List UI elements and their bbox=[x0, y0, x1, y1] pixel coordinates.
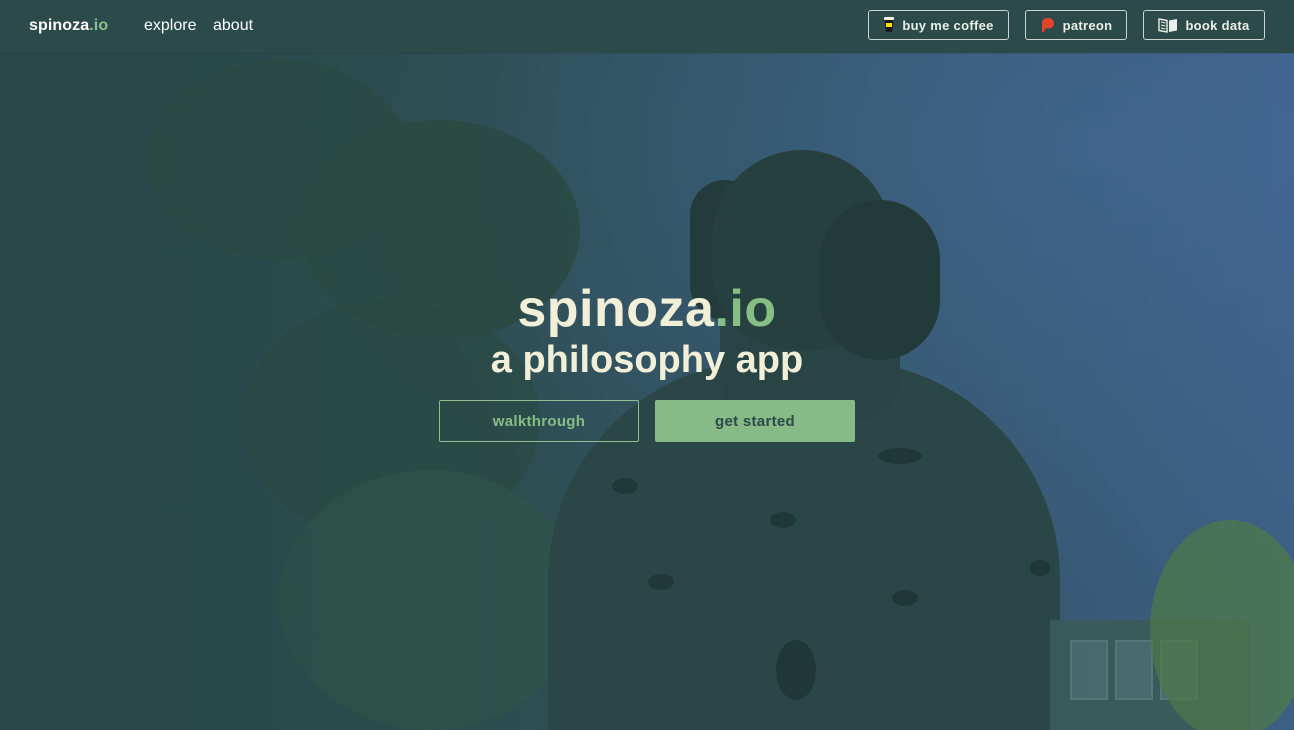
patreon-button[interactable]: patreon bbox=[1025, 10, 1127, 40]
buy-me-coffee-label: buy me coffee bbox=[902, 17, 994, 33]
open-book-icon bbox=[1158, 17, 1178, 33]
brand-tld: .io bbox=[89, 17, 109, 34]
walkthrough-button[interactable]: walkthrough bbox=[439, 400, 639, 442]
hero-title: spinoza.io bbox=[0, 279, 1294, 339]
brand-name: spinoza bbox=[29, 17, 90, 34]
top-navbar: spinoza.io explore about buy me coffee p… bbox=[0, 0, 1294, 53]
hero-title-tld: .io bbox=[714, 280, 777, 338]
brand-logo[interactable]: spinoza.io bbox=[29, 17, 108, 35]
nav-link-about[interactable]: about bbox=[213, 17, 253, 35]
nav-link-explore[interactable]: explore bbox=[144, 17, 196, 35]
get-started-button[interactable]: get started bbox=[655, 400, 855, 442]
book-data-label: book data bbox=[1185, 17, 1250, 33]
patreon-icon bbox=[1040, 17, 1056, 33]
patreon-label: patreon bbox=[1062, 17, 1113, 33]
coffee-cup-icon bbox=[883, 17, 895, 33]
buy-me-coffee-button[interactable]: buy me coffee bbox=[868, 10, 1009, 40]
hero-subtitle: a philosophy app bbox=[490, 339, 804, 381]
book-data-button[interactable]: book data bbox=[1143, 10, 1265, 40]
hero-title-name: spinoza bbox=[517, 280, 715, 338]
